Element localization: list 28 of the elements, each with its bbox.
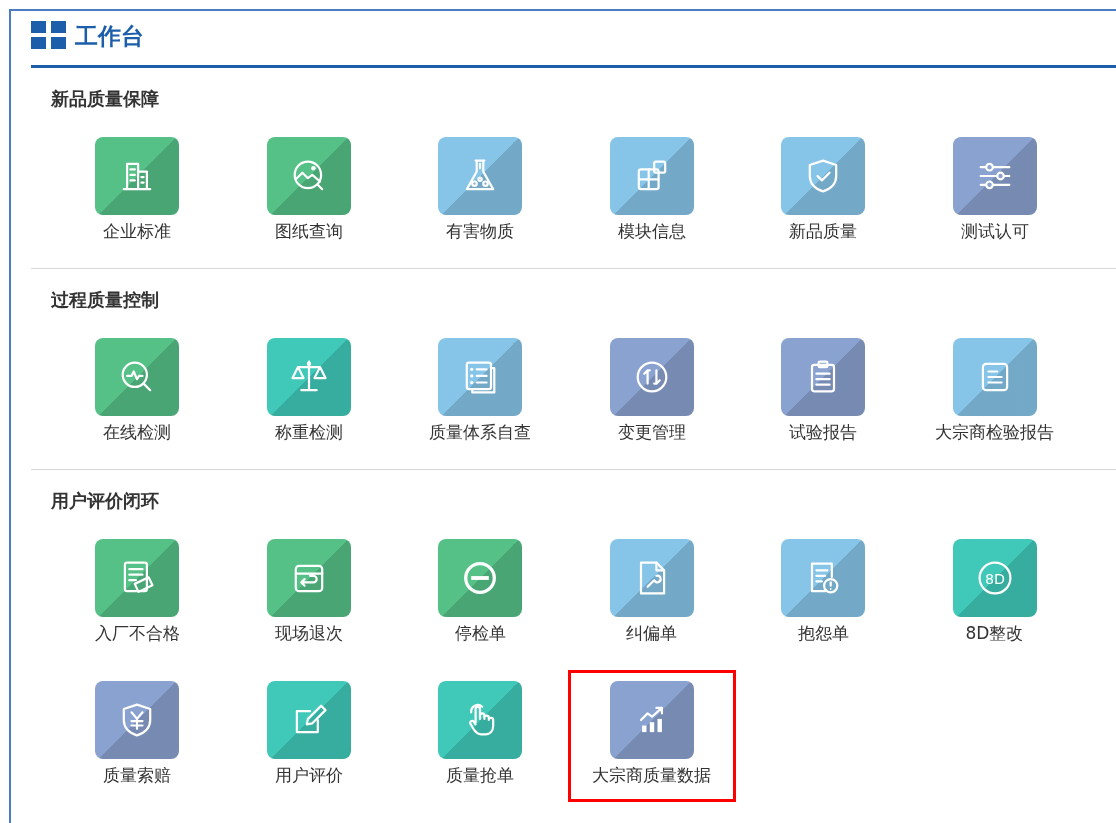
app-shortcut[interactable]: 入厂不合格 <box>53 528 221 660</box>
app-shortcut[interactable]: 试验报告 <box>739 327 907 459</box>
app-shortcut[interactable]: 有害物质 <box>396 126 564 258</box>
app-shortcut[interactable]: 质量体系自查 <box>396 327 564 459</box>
app-shortcut[interactable]: 8D 8D整改 <box>910 528 1079 660</box>
app-shortcut[interactable]: 称重检测 <box>224 327 393 459</box>
app-shortcut[interactable]: 模块信息 <box>567 126 736 258</box>
app-shortcut[interactable]: 变更管理 <box>567 327 736 459</box>
app-shortcut[interactable]: 新品质量 <box>739 126 907 258</box>
app-shortcut[interactable]: 大宗商检验报告 <box>910 327 1079 459</box>
app-shortcut[interactable]: 测试认可 <box>910 126 1079 258</box>
app-shortcut[interactable]: 质量抢单 <box>396 670 564 802</box>
grid-icon <box>31 21 67 49</box>
app-shortcut[interactable]: 图纸查询 <box>224 126 393 258</box>
app-shortcut[interactable]: 大宗商质量数据 <box>567 670 736 802</box>
app-shortcut[interactable]: 停检单 <box>396 528 564 660</box>
app-shortcut[interactable]: 质量索赔 <box>53 670 221 802</box>
section-title: 用户评价闭环 <box>51 489 160 513</box>
app-shortcut[interactable]: 用户评价 <box>224 670 393 802</box>
app-shortcut[interactable]: 纠偏单 <box>567 528 736 660</box>
icon-label: 8D <box>984 570 1005 587</box>
section-title: 过程质量控制 <box>51 288 160 312</box>
page-title: 工作台 <box>75 22 144 51</box>
app-shortcut[interactable]: 现场退次 <box>224 528 393 660</box>
app-shortcut[interactable]: 企业标准 <box>53 126 221 258</box>
app-shortcut[interactable]: 抱怨单 <box>739 528 907 660</box>
section-title: 新品质量保障 <box>51 87 160 111</box>
app-shortcut[interactable]: 在线检测 <box>53 327 221 459</box>
